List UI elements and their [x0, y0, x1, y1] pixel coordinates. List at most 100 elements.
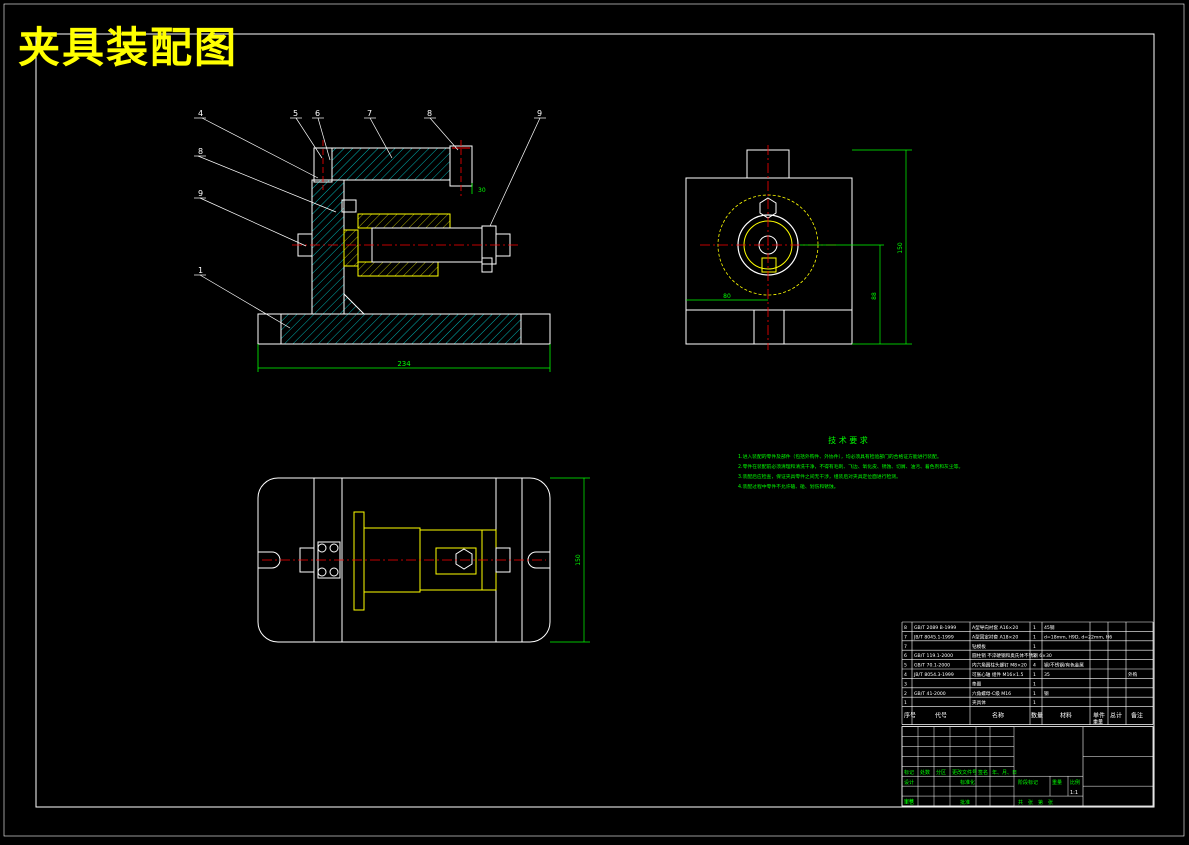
top-screw-3 [317, 567, 327, 577]
tb-label: 标准化 [960, 779, 975, 786]
bom-cell: 3 [904, 681, 907, 687]
bom-cell: 1 [1033, 691, 1036, 697]
bom-cell: 钢 [1044, 690, 1049, 697]
bom-cell: GB/T 2089 B-1999 [914, 625, 956, 631]
top-screw-2 [329, 543, 339, 553]
balloon-4: 4 [198, 109, 203, 118]
bom-cell: 8 [904, 625, 907, 631]
tech-line-1: 1.进入装配的零件及部件（包括外购件、外协件），均必须具有检验部门的合格证方能进… [738, 453, 942, 460]
tb-label: 签名 [978, 769, 988, 776]
leader-9a [199, 197, 307, 247]
top-width-dim: 150 [575, 554, 582, 566]
top-collar [353, 511, 365, 611]
leader-1 [199, 274, 291, 329]
bom-cell: 可胀心轴 组件 M16×1.5 [972, 671, 1024, 678]
side-height-dim: 150 [897, 242, 904, 254]
drawing-sheet: 234 30 4 5 6 7 8 8 9 1 9 150 88 80 150 技… [0, 0, 1189, 841]
key-slot [761, 257, 777, 273]
leader-4 [201, 117, 319, 179]
base-section [280, 313, 522, 345]
side-view: 150 88 80 [685, 145, 912, 350]
tb-scale: 1:1 [1070, 790, 1078, 796]
tech-line-3: 3.装配后应检查，保证夹具零件之间无干涉，组装后对夹具定位面进行检测。 [738, 473, 901, 480]
bom-cell: GB/T 41-2000 [914, 691, 946, 697]
tb-label: 处数 [920, 769, 930, 776]
bom-header: 总计 [1110, 712, 1122, 720]
bom-cell: 35 [1044, 672, 1050, 678]
bom-cell: 垫圈 [972, 680, 982, 687]
bom-cell: 2 [904, 691, 907, 697]
bom-cell: GB/T 119.1-2000 [914, 653, 953, 659]
offset-dim: 30 [478, 187, 486, 194]
bom-cell: 7 [904, 634, 907, 640]
drawing-title: 夹具装配图 [18, 23, 239, 72]
tb-label: 阶段标记 [1018, 779, 1038, 786]
bom-cell: 7 [904, 644, 907, 650]
top-hex-nut [455, 548, 473, 570]
tb-sheet: 共 张 第 张 [1018, 799, 1053, 806]
bom-cell: 1 [1033, 681, 1036, 687]
bom-cell: 1 [1033, 625, 1036, 631]
bom-cell: 1 [1033, 672, 1036, 678]
upright-section [311, 179, 345, 315]
overall-length-dim: 234 [397, 360, 411, 368]
bom-cell: 1 [904, 700, 907, 706]
drawing-canvas: 234 30 4 5 6 7 8 8 9 1 9 150 88 80 150 技… [3, 3, 1185, 837]
leader-8b [429, 117, 459, 151]
bom-cell: 45钢 [1044, 624, 1055, 631]
bom-cell: 4 [904, 672, 907, 678]
bom-cell: 5 [904, 663, 907, 669]
bom-header: 名称 [992, 712, 1004, 720]
balloon-6: 6 [315, 109, 320, 118]
top-screw-4 [329, 567, 339, 577]
outer-frame [3, 3, 1185, 837]
bom-header: 序号 [904, 712, 916, 720]
bom-cell: 圆柱销 不淬硬钢和奥氏体不锈钢 6×30 [972, 652, 1052, 659]
bill-of-materials: 8 GB/T 2089 B-1999 A型导向衬套 A16×20 1 45钢7 JB/T … [901, 621, 1154, 726]
bom-cell: 内六角圆柱头螺钉 M8×20 [972, 662, 1027, 669]
balloon-7: 7 [367, 109, 372, 118]
balloon-1: 1 [198, 266, 203, 275]
bom-cell: 1 [1033, 700, 1036, 706]
top-screw-1 [317, 543, 327, 553]
bom-cell: d=18mm, H9D, d=22mm, H6 [1044, 634, 1112, 640]
bom-header: 代号 [935, 712, 947, 720]
side-width-dim: 80 [723, 293, 731, 300]
tb-label: 年、月、日 [992, 769, 1017, 776]
leader-6 [317, 117, 331, 161]
bom-cell: 夹具体 [972, 699, 986, 706]
bom-cell: JB/T 8054.3-1999 [913, 672, 954, 678]
technical-requirements: 技 术 要 求 1.进入装配的零件及部件（包括外购件、外协件），均必须具有检验部… [738, 435, 963, 490]
leader-9b [489, 117, 541, 227]
bom-cell: 钢/不锈钢/有色金属 [1044, 662, 1084, 669]
tb-label: 重量 [1052, 779, 1062, 786]
side-slot [753, 309, 785, 345]
title-block: 标记 处数 分区 更改文件号 签名 年、月、日设计 标准化 阶段标记 重量 比例审核工艺 批准1:1… [901, 726, 1154, 807]
bom-header: 单件 [1093, 712, 1105, 720]
side-upright [685, 177, 853, 311]
bom-cell: 六角螺母-C级 M16 [972, 690, 1011, 697]
bom-cell: 钻模板 [972, 643, 986, 650]
side-center-dim: 88 [871, 292, 878, 300]
bom-cell: 1 [1033, 644, 1036, 650]
tb-label: 批准 [960, 799, 970, 806]
bom-header-weight: 重量 [1093, 719, 1103, 726]
tb-label: 标记 [904, 769, 914, 776]
bom-cell: JB/T 8045.1-1999 [913, 634, 954, 640]
tech-heading: 技 术 要 求 [828, 435, 868, 445]
tb-label: 更改文件号 [952, 769, 977, 776]
drill-plate [331, 147, 451, 181]
balloon-8b: 8 [427, 109, 432, 118]
bom-cell: GB/T 70.1-2000 [914, 663, 950, 669]
bom-cell: 2 [1033, 653, 1036, 659]
front-view: 234 30 4 5 6 7 8 8 9 1 9 [194, 109, 551, 372]
locating-collar [343, 229, 359, 267]
tb-label: 设计 [904, 779, 914, 786]
pin [481, 257, 493, 273]
top-view: 150 [257, 477, 590, 643]
side-base [685, 309, 853, 345]
sleeve-lower [357, 261, 439, 277]
bom-header: 数量 [1031, 712, 1043, 720]
sleeve-upper [357, 213, 451, 229]
bom-cell: 1 [1033, 634, 1036, 640]
